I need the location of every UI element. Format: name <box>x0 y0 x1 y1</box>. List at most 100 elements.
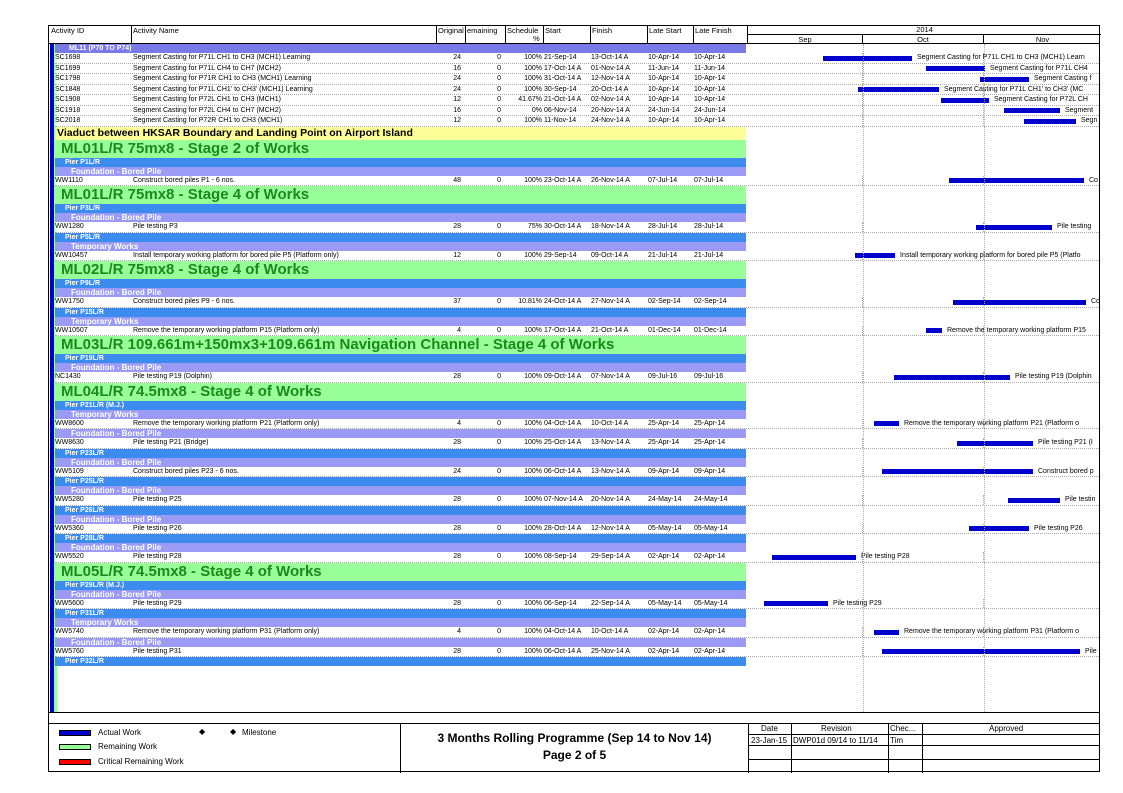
act-id: WW8600 <box>55 419 84 427</box>
activity-row[interactable]: WW10457 Install temporary working platfor… <box>55 250 1099 261</box>
stage-heading[interactable]: ML01L/R 75mx8 - Stage 2 of Works <box>55 139 746 158</box>
category-band[interactable]: Foundation - Bored Pile <box>55 363 746 372</box>
activity-row[interactable]: WW5280 Pile testing P25 28 0 100% 07-Nov-14 A… <box>55 495 1099 506</box>
gantt-bar[interactable] <box>882 469 1033 475</box>
gantt-bar[interactable] <box>874 629 899 635</box>
gantt-bar[interactable] <box>823 55 912 61</box>
activity-row[interactable]: SC1908 Segment Casting for P72L CH1 to CH… <box>55 95 1099 106</box>
category-band[interactable]: Temporary Works <box>55 316 746 326</box>
act-name: Segment Casting for P72R CH1 to CH3 (MCH… <box>133 117 283 124</box>
category-band[interactable]: Foundation - Bored Pile <box>55 514 746 524</box>
category-band[interactable]: Foundation - Bored Pile <box>55 457 746 467</box>
activity-row[interactable]: WW8600 Remove the temporary working platf… <box>55 418 1099 429</box>
col-original[interactable]: Original <box>438 26 464 35</box>
activity-row[interactable]: WW1750 Construct bored piles P9 - 6 nos. 3… <box>55 297 1099 308</box>
late-finish: 10-Apr-14 <box>694 54 726 61</box>
activity-row[interactable]: WW5360 Pile testing P26 28 0 100% 28-Oct-14 A… <box>55 523 1099 534</box>
category-band[interactable]: Foundation - Bored Pile <box>55 637 746 647</box>
gantt-bar[interactable] <box>1008 497 1060 503</box>
act-id: WW5740 <box>55 628 84 635</box>
stage-heading[interactable]: ML03L/R 109.661m+150mx3+109.661m Navigat… <box>55 336 746 354</box>
pier-band[interactable]: Pier P25L/R <box>55 477 746 486</box>
activity-row[interactable]: WW10507 Remove the temporary working plat… <box>55 325 1099 336</box>
activity-row[interactable]: WW5760 Pile testing P31 28 0 100% 06-Oct-14 A… <box>55 646 1099 657</box>
act-id: WW1280 <box>55 223 84 230</box>
category-band[interactable]: Foundation - Bored Pile <box>55 213 746 222</box>
remaining-duration: 0 <box>497 496 501 503</box>
category-band[interactable]: Foundation - Bored Pile <box>55 486 746 495</box>
col-activity-name[interactable]: Activity Name <box>133 26 179 35</box>
col-remaining[interactable]: emaining <box>467 26 497 35</box>
pier-band[interactable]: Pier P9L/R <box>55 279 746 288</box>
pier-band[interactable]: Pier P21L/R (M.J.) <box>55 400 746 410</box>
gantt-bar[interactable] <box>882 649 1080 655</box>
stage-heading[interactable]: ML01L/R 75mx8 - Stage 4 of Works <box>55 186 746 204</box>
gantt-bar[interactable] <box>926 66 985 72</box>
activity-row[interactable]: SC1848 Segment Casting for P71L CH1' to C… <box>55 84 1099 95</box>
pier-band[interactable]: Pier P26L/R <box>55 505 746 515</box>
category-band[interactable]: Temporary Works <box>55 241 746 251</box>
activity-row[interactable]: SC1698 Segment Casting for P71L CH1 to CH… <box>55 53 1099 64</box>
pier-band[interactable]: Pier P1L/R <box>55 157 746 167</box>
gantt-bar-label: Pile testing P28 <box>861 553 910 560</box>
gantt-bar[interactable] <box>969 526 1029 532</box>
gantt-bar[interactable] <box>957 440 1033 446</box>
gantt-bar[interactable] <box>858 87 939 93</box>
gantt-bar[interactable] <box>953 299 1086 305</box>
activity-row[interactable]: WW5740 Remove the temporary working platf… <box>55 627 1099 638</box>
activity-row[interactable]: WW8630 Pile testing P21 (Bridge) 28 0 100% 25… <box>55 438 1099 449</box>
gantt-cell: Pile testing P21 (I <box>748 438 1099 448</box>
gantt-bar[interactable] <box>894 374 1010 380</box>
col-finish[interactable]: Finish <box>592 26 612 35</box>
activity-row[interactable]: WW1280 Pile testing P3 28 0 75% 30-Oct-14 A 18… <box>55 222 1099 233</box>
stage-heading[interactable]: ML05L/R 74.5mx8 - Stage 4 of Works <box>55 562 746 581</box>
col-start[interactable]: Start <box>545 26 561 35</box>
pier-band[interactable]: Pier P23L/R <box>55 448 746 458</box>
activity-row[interactable]: SC1918 Segment Casting for P72L CH4 to CH… <box>55 105 1099 116</box>
activity-row[interactable]: WW1110 Construct bored piles P1 - 6 nos. 4… <box>55 175 1099 186</box>
project-heading[interactable]: Viaduct between HKSAR Boundary and Landi… <box>55 126 746 140</box>
category-band[interactable]: Foundation - Bored Pile <box>55 288 746 297</box>
col-late-finish[interactable]: Late Finish <box>695 26 732 35</box>
category-band[interactable]: Foundation - Bored Pile <box>55 589 746 599</box>
stage-heading[interactable]: ML04L/R 74.5mx8 - Stage 4 of Works <box>55 382 746 401</box>
activity-row[interactable]: WW5600 Pile testing P29 28 0 100% 06-Sep-14 22… <box>55 598 1099 609</box>
category-band[interactable]: Foundation - Bored Pile <box>55 429 746 438</box>
original-duration: 28 <box>453 524 461 532</box>
pier-band[interactable]: Pier P3L/R <box>55 204 746 213</box>
activity-row[interactable]: NC1430 Pile testing P19 (Dolphin) 28 0 100% 0… <box>55 372 1099 383</box>
category-band[interactable]: Temporary Works <box>55 618 746 627</box>
act-name: Pile testing P19 (Dolphin) <box>133 373 212 380</box>
gantt-bar[interactable] <box>1024 118 1076 124</box>
gantt-bar[interactable] <box>772 554 856 560</box>
col-late-start[interactable]: Late Start <box>649 26 682 35</box>
activity-row[interactable]: WW5520 Pile testing P28 28 0 100% 08-Sep-14 29… <box>55 552 1099 563</box>
gantt-bar[interactable] <box>764 601 828 607</box>
activity-row[interactable]: WW5109 Construct bored piles P23 - 6 nos.… <box>55 466 1099 477</box>
gantt-bar[interactable] <box>1004 108 1060 114</box>
gantt-bar[interactable] <box>926 328 942 334</box>
category-band[interactable]: Temporary Works <box>55 409 746 419</box>
category-band[interactable]: Foundation - Bored Pile <box>55 166 746 176</box>
gantt-bar[interactable] <box>976 224 1052 230</box>
gantt-bar[interactable] <box>941 97 989 103</box>
pier-band[interactable]: Pier P19L/R <box>55 354 746 363</box>
stage-heading[interactable]: ML02L/R 75mx8 - Stage 4 of Works <box>55 261 746 279</box>
pier-band[interactable]: Pier P32L/R <box>55 657 746 666</box>
category-band[interactable]: Foundation - Bored Pile <box>55 543 746 552</box>
gantt-bar[interactable] <box>949 178 1084 184</box>
pier-band[interactable]: Pier P28L/R <box>55 534 746 543</box>
activity-row[interactable]: SC1798 Segment Casting for P71R CH1 to CH… <box>55 74 1099 85</box>
pier-band[interactable]: Pier P15L/R <box>55 307 746 317</box>
pier-band[interactable]: Pier P31L/R <box>55 609 746 618</box>
gantt-bar-label: Segment Casting for P71L CH1' to CH3' (M… <box>944 85 1084 93</box>
gantt-bar[interactable] <box>874 421 899 427</box>
pier-band[interactable]: Pier P29L/R (M.J.) <box>55 580 746 590</box>
col-activity-id[interactable]: Activity ID <box>51 26 84 35</box>
activity-row[interactable]: SC1699 Segment Casting for P71L CH4 to CH… <box>55 63 1099 74</box>
pier-band[interactable]: Pier P5L/R <box>55 232 746 242</box>
activity-row[interactable]: SC2018 Segment Casting for P72R CH1 to CH… <box>55 116 1099 127</box>
gantt-bar[interactable] <box>980 76 1029 82</box>
gantt-bar[interactable] <box>855 253 895 259</box>
wbs-band[interactable]: ML11 (P70 TO P74) <box>55 44 746 53</box>
